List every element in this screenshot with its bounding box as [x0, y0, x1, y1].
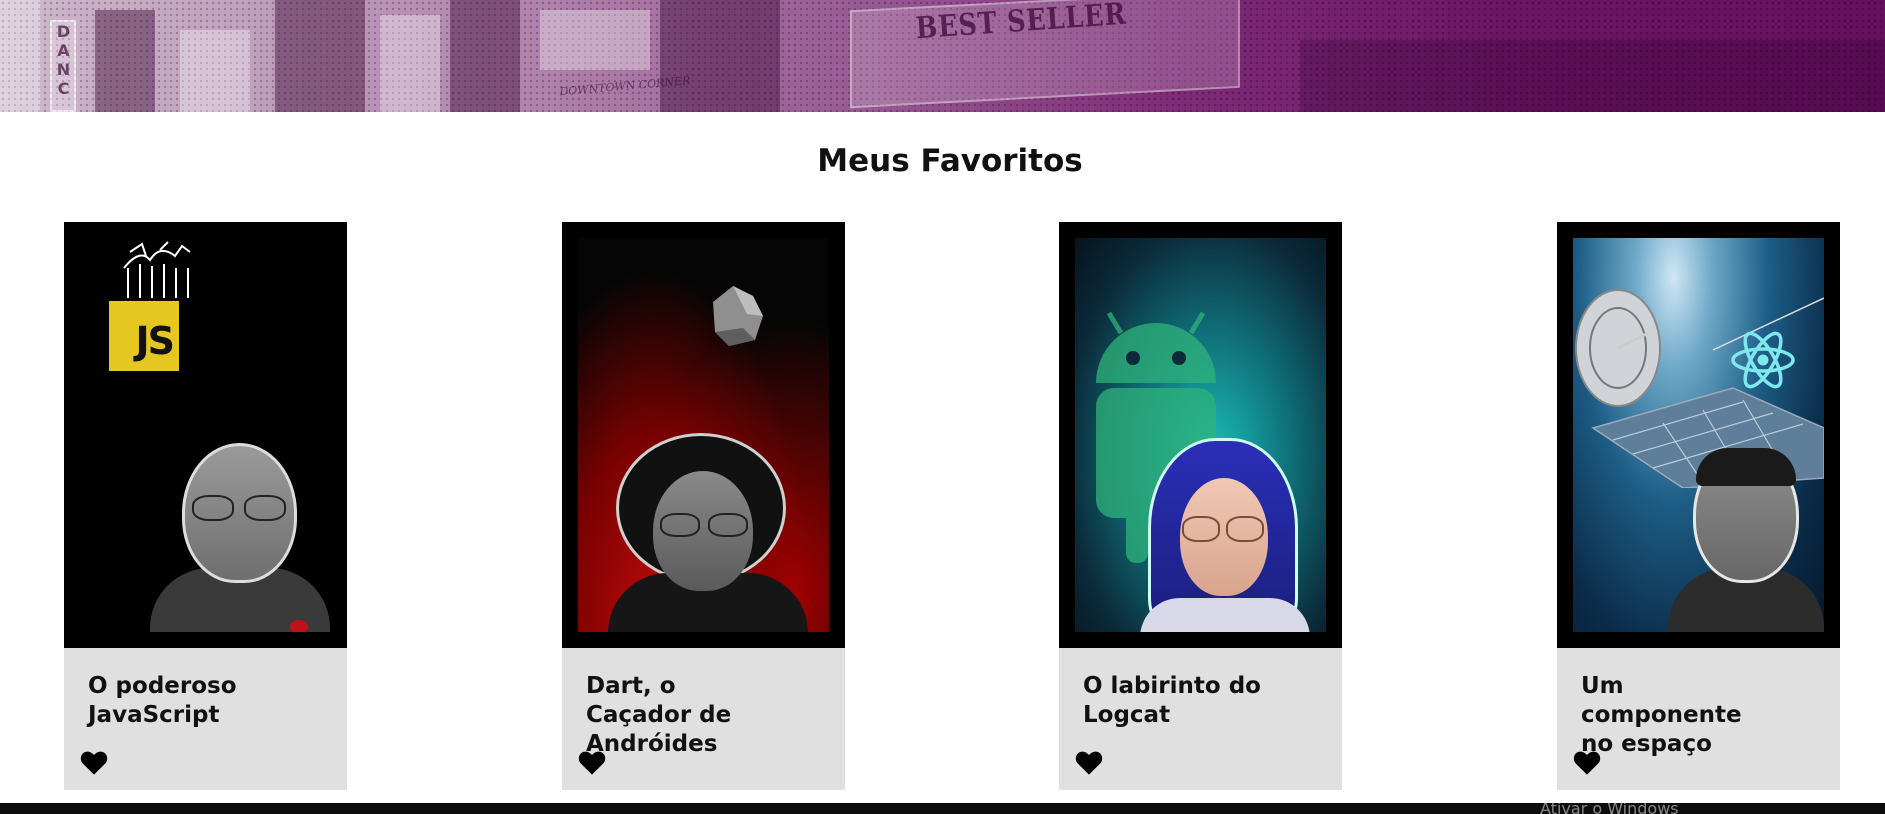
movie-title: O poderoso JavaScript [88, 673, 237, 728]
building-sketch-icon [123, 241, 191, 298]
movie-poster[interactable] [1557, 222, 1840, 648]
dart-logo-icon [713, 286, 763, 346]
movie-title: Dart, o Caçador de Andróides [586, 673, 732, 757]
movie-title: O labirinto do Logcat [1083, 673, 1261, 728]
windows-activation-watermark: Ativar o Windows [1540, 799, 1679, 814]
heart-icon[interactable] [1075, 750, 1103, 776]
movie-poster[interactable] [1059, 222, 1342, 648]
heart-icon[interactable] [578, 750, 606, 776]
react-logo-icon [1731, 331, 1795, 389]
movie-title: Um componente no espaço [1581, 673, 1742, 757]
movie-poster[interactable] [562, 222, 845, 648]
poster-image [578, 238, 829, 632]
hero-banner: DANC DOWNTOWN CORNER BEST SELLER [0, 0, 1885, 112]
poster-image: JS [80, 238, 331, 632]
movie-card[interactable]: Dart, o Caçador de Andróides [562, 222, 845, 790]
section-title: Meus Favoritos [817, 143, 1083, 179]
movie-poster[interactable]: JS [64, 222, 347, 648]
js-logo-badge: JS [109, 301, 179, 371]
heart-icon[interactable] [80, 750, 108, 776]
poster-image [1075, 238, 1326, 632]
banner-vertical-sign: DANC [50, 20, 76, 112]
poster-image [1573, 238, 1824, 632]
person-image [1668, 448, 1824, 632]
person-image [1120, 438, 1320, 632]
person-image [150, 443, 330, 632]
person-image [608, 433, 808, 632]
movie-card[interactable]: JS O poderoso JavaScript [64, 222, 347, 790]
heart-icon[interactable] [1573, 750, 1601, 776]
movie-card[interactable]: O labirinto do Logcat [1059, 222, 1342, 790]
movie-card[interactable]: Um componente no espaço [1557, 222, 1840, 790]
